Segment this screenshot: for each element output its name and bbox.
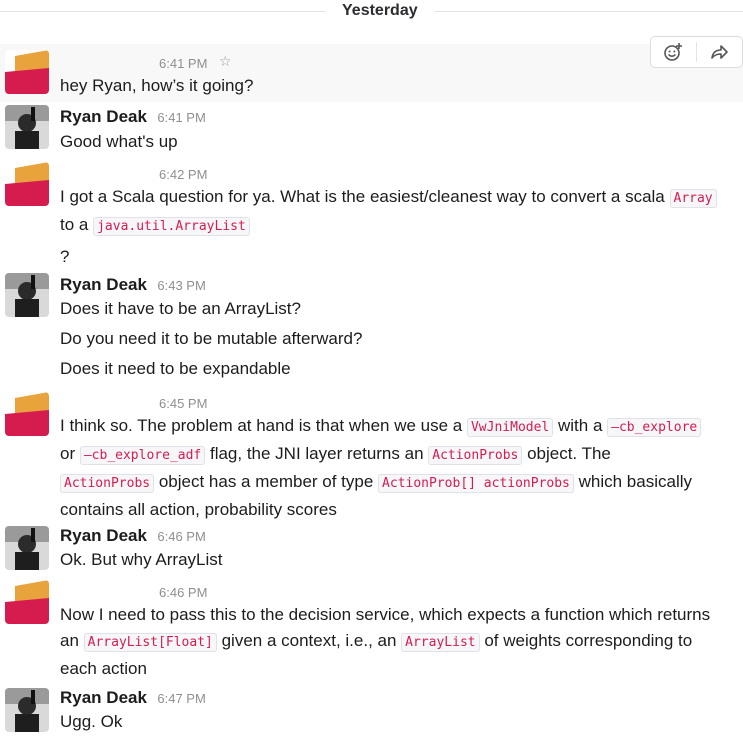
text-segment: object. The <box>522 444 611 463</box>
user-avatar-icon <box>5 392 49 436</box>
message-text: hey Ryan, how’s it going? <box>60 76 254 95</box>
add-reaction-button[interactable] <box>651 37 695 67</box>
message-timestamp[interactable]: 6:41 PM <box>159 56 207 71</box>
text-line: Now I need to pass this to the decision … <box>60 605 711 624</box>
add-reaction-icon <box>664 43 682 61</box>
message[interactable]: 6:41 PM ☆ hey Ryan, how’s it going? <box>0 44 743 102</box>
text-segment: or <box>60 444 80 463</box>
text-segment: flag, the JNI layer returns an <box>205 444 429 463</box>
ryan-avatar-icon <box>5 688 49 732</box>
inline-code: ArrayList[Float] <box>83 633 217 652</box>
message-header: Ryan Deak 6:47 PM <box>60 688 206 710</box>
avatar[interactable] <box>5 688 49 732</box>
inline-code: Array <box>669 189 717 208</box>
text-line: Does it have to be an ArrayList? <box>60 299 301 318</box>
avatar[interactable] <box>5 50 49 94</box>
message-text: Now I need to pass this to the decision … <box>60 602 731 682</box>
inline-code: —cb_explore_adf <box>79 446 206 465</box>
message[interactable]: 6:42 PM I got a Scala question for ya. W… <box>0 160 743 270</box>
message-text: Ugg. Ok <box>60 712 123 731</box>
author-name[interactable]: Ryan Deak <box>60 275 147 294</box>
text-segment: contains all action, probability scores <box>60 500 337 519</box>
day-divider-label[interactable]: Yesterday <box>326 2 434 20</box>
message[interactable]: 6:45 PM I think so. The problem at hand … <box>0 392 743 520</box>
message-text: I think so. The problem at hand is that … <box>60 413 731 523</box>
avatar[interactable] <box>5 273 49 317</box>
ryan-avatar-icon <box>5 273 49 317</box>
author-name[interactable]: Ryan Deak <box>60 526 147 545</box>
message-timestamp[interactable]: 6:41 PM <box>157 110 205 125</box>
message-header: Ryan Deak 6:43 PM <box>60 275 206 297</box>
author-name[interactable]: Ryan Deak <box>60 688 147 707</box>
inline-code: ActionProbs <box>428 446 523 465</box>
inline-code: ArrayList <box>401 633 480 652</box>
message[interactable]: Ryan Deak 6:47 PM Ugg. Ok <box>0 686 743 737</box>
text-line: an ArrayList[Float] given a context, i.e… <box>60 628 731 656</box>
message-text: Good what's up <box>60 132 178 151</box>
share-arrow-icon <box>711 45 728 59</box>
text-segment: I think so. The problem at hand is that … <box>60 416 467 435</box>
inline-code: java.util.ArrayList <box>93 217 250 236</box>
text-segment: I got a Scala question for ya. What is t… <box>60 187 670 206</box>
message-text: I got a Scala question for ya. What is t… <box>60 184 731 270</box>
star-icon[interactable]: ☆ <box>219 53 232 70</box>
text-segment: to a <box>60 215 94 234</box>
message[interactable]: Ryan Deak 6:46 PM Ok. But why ArrayList <box>0 524 743 580</box>
avatar[interactable] <box>5 392 49 436</box>
avatar[interactable] <box>5 580 49 624</box>
day-divider: Yesterday <box>0 0 743 24</box>
inline-code: ActionProbs <box>60 474 155 493</box>
text-segment: of weights corresponding to <box>479 631 693 650</box>
text-segment: which basically <box>573 472 692 491</box>
message-timestamp[interactable]: 6:47 PM <box>157 691 205 706</box>
message-timestamp[interactable]: 6:46 PM <box>159 585 207 600</box>
message-header: Ryan Deak 6:41 PM <box>60 107 206 129</box>
message-header: Ryan Deak 6:46 PM <box>60 526 206 548</box>
inline-code: ActionProb[] actionProbs <box>378 474 574 493</box>
message-timestamp[interactable]: 6:45 PM <box>159 396 207 411</box>
ryan-avatar-icon <box>5 526 49 570</box>
avatar[interactable] <box>5 162 49 206</box>
message[interactable]: 6:46 PM Now I need to pass this to the d… <box>0 580 743 680</box>
inline-code: VwJniModel <box>466 418 554 437</box>
message[interactable]: Ryan Deak 6:43 PM Does it have to be an … <box>0 271 743 383</box>
message-timestamp[interactable]: 6:46 PM <box>157 529 205 544</box>
inline-code: —cb_explore <box>607 418 702 437</box>
message[interactable]: Ryan Deak 6:41 PM Good what's up <box>0 102 743 160</box>
text-segment: object has a member of type <box>154 472 379 491</box>
message-text: Does it have to be an ArrayList? Do you … <box>60 296 731 382</box>
author-name[interactable]: Ryan Deak <box>60 107 147 126</box>
message-timestamp[interactable]: 6:43 PM <box>157 278 205 293</box>
avatar[interactable] <box>5 526 49 570</box>
message-actions <box>650 36 743 68</box>
text-segment: with a <box>553 416 608 435</box>
share-button[interactable] <box>697 37 741 67</box>
user-avatar-icon <box>5 50 49 94</box>
message-text: Ok. But why ArrayList <box>60 550 223 569</box>
user-avatar-icon <box>5 580 49 624</box>
text-segment: given a context, i.e., an <box>216 631 402 650</box>
text-line: Does it need to be expandable <box>60 359 291 378</box>
text-line: Do you need it to be mutable afterward? <box>60 329 363 348</box>
text-line: each action <box>60 659 147 678</box>
text-segment: an <box>60 631 84 650</box>
message-timestamp[interactable]: 6:42 PM <box>159 167 207 182</box>
avatar[interactable] <box>5 105 49 149</box>
text-line: ? <box>60 247 70 266</box>
ryan-avatar-icon <box>5 105 49 149</box>
user-avatar-icon <box>5 162 49 206</box>
